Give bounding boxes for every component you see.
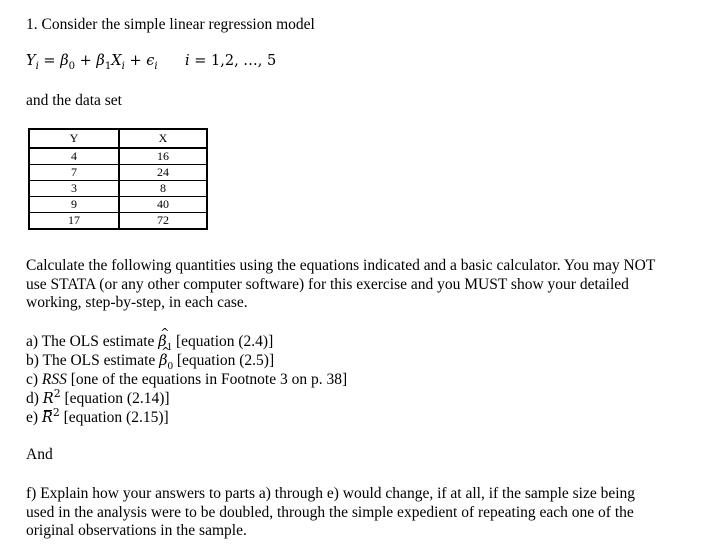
part-a: a) The OLS estimate β1 [equation (2.4)]	[26, 324, 274, 353]
rss-symbol: RSS	[41, 371, 67, 388]
data-table: Y X 4 16 7 24 3 8 9 40 17 72	[28, 128, 208, 230]
regression-model-equation: Yi = β0 + β1Xi + ϵi	[26, 53, 158, 72]
cell-y: 9	[28, 196, 120, 213]
superscript: 2	[52, 405, 60, 419]
column-header-y: Y	[28, 128, 120, 149]
cell-x: 16	[118, 147, 208, 165]
cell-x: 72	[118, 212, 208, 230]
equals-sign: =	[189, 53, 212, 69]
part-c-label: c)	[26, 371, 42, 388]
part-a-label: a) The OLS estimate	[26, 333, 159, 350]
y-variable: Y	[26, 53, 36, 69]
part-d: d) R2 [equation (2.14)]	[26, 386, 170, 408]
cell-x: 8	[118, 180, 208, 197]
cell-y: 7	[28, 164, 120, 181]
equals-sign: =	[38, 53, 61, 69]
table-row: 4 16	[28, 147, 208, 165]
part-c-reference: [one of the equations in Footnote 3 on p…	[66, 371, 348, 388]
beta0-hat-symbol: β	[159, 343, 171, 370]
subscript: i	[154, 60, 158, 72]
instructions-paragraph: Calculate the following quantities using…	[26, 257, 656, 311]
part-a-reference: [equation (2.4)]	[172, 333, 274, 350]
superscript: 2	[53, 386, 61, 400]
and-label: And	[26, 446, 53, 463]
part-f-paragraph: f) Explain how your answers to parts a) …	[26, 485, 636, 539]
x-variable: X	[111, 53, 122, 69]
part-c: c) RSS [one of the equations in Footnote…	[26, 371, 347, 389]
table-row: 17 72	[28, 212, 208, 230]
beta1-symbol: β	[96, 53, 105, 69]
column-header-x: X	[118, 128, 208, 149]
part-b: b) The OLS estimate β0 [equation (2.5)]	[26, 343, 275, 372]
cell-y: 17	[28, 212, 120, 230]
beta0-symbol: β	[60, 53, 69, 69]
part-b-label: b) The OLS estimate	[26, 352, 160, 369]
part-e-label: e)	[26, 409, 42, 426]
table-row: 7 24	[28, 164, 208, 181]
adjusted-r-squared-symbol: R	[41, 410, 53, 426]
cell-y: 4	[28, 147, 120, 165]
question-heading: 1. Consider the simple linear regression…	[26, 16, 315, 33]
data-intro: and the data set	[26, 92, 122, 109]
part-b-reference: [equation (2.5)]	[172, 352, 275, 369]
part-e-reference: [equation (2.15)]	[59, 409, 169, 426]
cell-y: 3	[28, 180, 120, 197]
part-d-label: d)	[26, 390, 43, 407]
cell-x: 24	[118, 164, 208, 181]
r-squared-symbol: R	[42, 391, 54, 407]
index-values: 1,2, …, 5	[211, 53, 277, 69]
table-header-row: Y X	[28, 128, 208, 149]
table-row: 9 40	[28, 196, 208, 213]
table-row: 3 8	[28, 180, 208, 197]
plus-sign: +	[124, 53, 147, 69]
plus-sign: +	[75, 53, 97, 69]
index-range: i = 1,2, …, 5	[185, 53, 276, 69]
part-e: e) R2 [equation (2.15)]	[26, 405, 169, 427]
cell-x: 40	[118, 196, 208, 213]
part-d-reference: [equation (2.14)]	[60, 390, 170, 407]
